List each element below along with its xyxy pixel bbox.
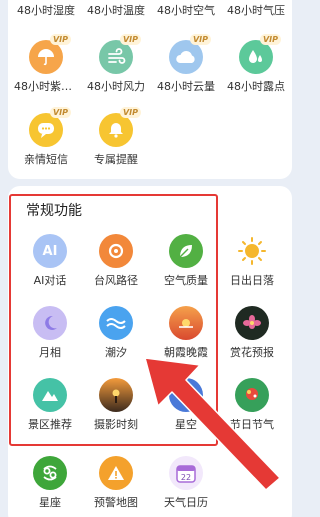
page: 48小时湿度 48小时温度 48小时空气 48小时气压 VIP 48小时紫外..… — [0, 0, 300, 517]
annotation-arrow — [144, 357, 281, 491]
